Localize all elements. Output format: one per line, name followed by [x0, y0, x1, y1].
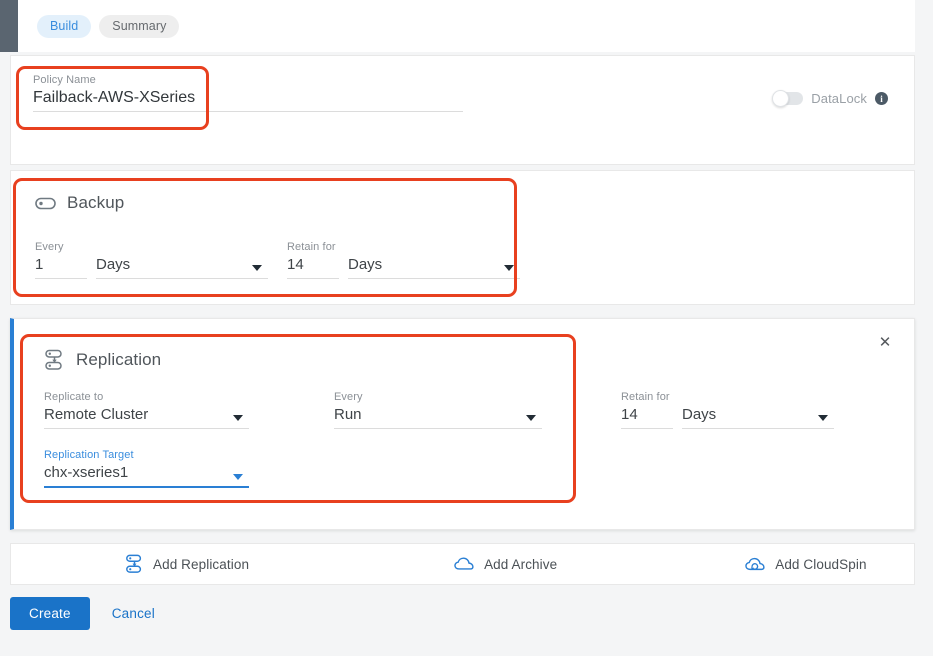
- policy-name-value[interactable]: Failback-AWS-XSeries: [33, 87, 463, 109]
- replication-retain-value[interactable]: 14: [621, 404, 673, 426]
- policy-name-underline: [33, 111, 463, 112]
- replication-target-label: Replication Target: [44, 449, 134, 461]
- backup-header: Backup: [35, 193, 124, 213]
- replication-every-select[interactable]: Every Run: [334, 391, 542, 429]
- backup-every-value-field[interactable]: Every 1: [35, 241, 87, 279]
- backup-every-unit-value[interactable]: Days: [96, 254, 268, 276]
- replication-header: Replication: [44, 349, 161, 371]
- create-button[interactable]: Create: [10, 597, 90, 630]
- replication-title: Replication: [76, 350, 162, 369]
- datalock-control[interactable]: DataLock i: [772, 90, 888, 107]
- replication-every-underline: [334, 428, 542, 429]
- replicate-to-label: Replicate to: [44, 391, 104, 403]
- chevron-down-icon[interactable]: [818, 415, 828, 421]
- datalock-toggle-knob: [772, 90, 790, 107]
- replication-every-label: Every: [334, 391, 363, 403]
- backup-every-unit-label: [96, 241, 268, 254]
- replicate-to-value[interactable]: Remote Cluster: [44, 404, 249, 426]
- add-replication-label: Add Replication: [153, 556, 250, 572]
- replication-card: ✕ Replication Replicate to Remote Cluste…: [10, 318, 915, 530]
- close-icon[interactable]: ✕: [876, 333, 894, 351]
- backup-every-unit-select[interactable]: Days: [96, 241, 268, 279]
- replication-target-select[interactable]: Replication Target chx-xseries1: [44, 449, 249, 488]
- backup-every-underline: [35, 278, 87, 279]
- backup-retain-value[interactable]: 14: [287, 254, 339, 276]
- chevron-down-icon[interactable]: [252, 265, 262, 271]
- add-archive-label: Add Archive: [484, 556, 558, 572]
- cancel-button[interactable]: Cancel: [112, 606, 155, 621]
- tab-build[interactable]: Build: [37, 14, 92, 38]
- footer-actions: Create Cancel: [10, 597, 155, 630]
- backup-every-value[interactable]: 1: [35, 254, 87, 276]
- cloud-icon: [454, 556, 475, 572]
- backup-retain-underline: [287, 278, 339, 279]
- backup-retain-unit-label: [348, 241, 520, 254]
- replicate-to-underline: [44, 428, 249, 429]
- chevron-down-icon[interactable]: [526, 415, 536, 421]
- backup-retain-unit-underline: [348, 278, 520, 279]
- replication-nodes-icon: [44, 349, 65, 371]
- replication-retain-label: Retain for: [621, 391, 670, 403]
- chevron-down-icon[interactable]: [233, 474, 243, 480]
- datalock-toggle[interactable]: [772, 90, 804, 107]
- backup-retain-value-field[interactable]: Retain for 14: [287, 241, 339, 279]
- info-icon[interactable]: i: [875, 92, 888, 105]
- replication-retain-value-field[interactable]: Retain for 14: [621, 391, 673, 429]
- chevron-down-icon[interactable]: [504, 265, 514, 271]
- replication-target-underline: [44, 486, 249, 488]
- replication-retain-unit-select[interactable]: Days: [682, 391, 834, 429]
- add-cloudspin-label: Add CloudSpin: [775, 556, 867, 572]
- datalock-label: DataLock: [811, 91, 867, 106]
- add-replication-button[interactable]: Add Replication: [125, 554, 249, 574]
- replication-retain-unit-underline: [682, 428, 834, 429]
- tab-build-label: Build: [50, 19, 79, 33]
- add-cloudspin-button[interactable]: Add CloudSpin: [745, 556, 866, 573]
- backup-retain-unit-value[interactable]: Days: [348, 254, 520, 276]
- replication-nodes-icon: [125, 554, 144, 574]
- replication-target-value[interactable]: chx-xseries1: [44, 462, 249, 484]
- replication-every-value[interactable]: Run: [334, 404, 542, 426]
- backup-every-label: Every: [35, 241, 64, 253]
- policy-editor-page: Build Summary Policy Name Failback-AWS-X…: [0, 0, 933, 656]
- app-sidebar-strip: [0, 0, 18, 52]
- replication-retain-underline: [621, 428, 673, 429]
- chevron-down-icon[interactable]: [233, 415, 243, 421]
- policy-name-card: Policy Name Failback-AWS-XSeries DataLoc…: [10, 55, 915, 165]
- backup-retain-unit-select[interactable]: Days: [348, 241, 520, 279]
- backup-title: Backup: [67, 193, 125, 212]
- tab-summary[interactable]: Summary: [99, 14, 180, 38]
- backup-every-unit-underline: [96, 278, 268, 279]
- policy-name-label: Policy Name: [33, 74, 96, 86]
- policy-name-field[interactable]: Policy Name Failback-AWS-XSeries: [33, 74, 463, 112]
- backup-retain-label: Retain for: [287, 241, 336, 253]
- cloud-refresh-icon: [745, 556, 766, 573]
- add-archive-button[interactable]: Add Archive: [454, 556, 557, 572]
- replication-retain-unit-value[interactable]: Days: [682, 404, 834, 426]
- replicate-to-select[interactable]: Replicate to Remote Cluster: [44, 391, 249, 429]
- add-actions-bar: Add Replication Add Archive Add CloudSpi…: [10, 543, 915, 585]
- tab-bar: Build Summary: [18, 0, 915, 52]
- backup-disk-icon: [35, 196, 56, 211]
- replication-retain-unit-label: [682, 391, 834, 404]
- tab-summary-label: Summary: [112, 19, 167, 33]
- backup-card: Backup Every 1 Days Retain for 14 Days: [10, 170, 915, 305]
